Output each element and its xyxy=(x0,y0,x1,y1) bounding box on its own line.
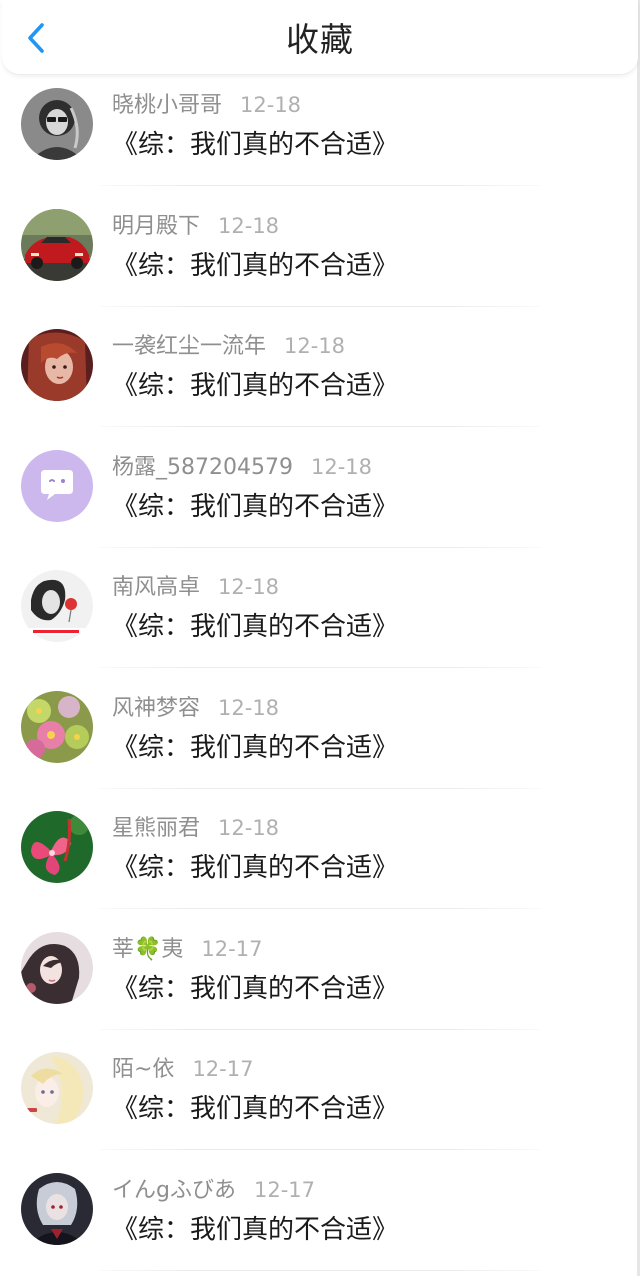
item-meta: 星熊丽君 12-18 xyxy=(112,813,279,843)
avatar[interactable] xyxy=(21,932,93,1004)
list-item[interactable]: 南风高卓 12-18 《综：我们真的不合适》 xyxy=(0,558,640,679)
list-item[interactable]: 陌~依 12-17 《综：我们真的不合适》 xyxy=(0,1040,640,1161)
item-meta: 陌~依 12-17 xyxy=(112,1054,253,1084)
divider xyxy=(100,667,540,668)
list-item[interactable]: 明月殿下 12-18 《综：我们真的不合适》 xyxy=(0,197,640,318)
avatar[interactable] xyxy=(21,691,93,763)
list-item[interactable]: 杨露_587204579 12-18 《综：我们真的不合适》 xyxy=(0,438,640,559)
top-navigation-bar: 收藏 xyxy=(2,0,638,75)
divider xyxy=(100,426,540,427)
item-meta: 晓桃小哥哥 12-18 xyxy=(112,90,301,120)
avatar[interactable] xyxy=(21,1052,93,1124)
item-meta: 杨露_587204579 12-18 xyxy=(112,452,372,482)
avatar[interactable] xyxy=(21,450,93,522)
divider xyxy=(100,788,540,789)
username[interactable]: 一袭红尘一流年 xyxy=(112,334,266,359)
favorites-list: 晓桃小哥哥 12-18 《综：我们真的不合适》 明月殿下 12-18 《综：我们真的… xyxy=(0,76,640,1281)
username[interactable]: 明月殿下 xyxy=(112,214,200,239)
date: 12-18 xyxy=(218,816,279,840)
avatar[interactable] xyxy=(21,570,93,642)
date: 12-17 xyxy=(201,937,262,961)
date: 12-18 xyxy=(218,575,279,599)
avatar[interactable] xyxy=(21,209,93,281)
date: 12-17 xyxy=(192,1057,253,1081)
list-item[interactable]: 风神梦容 12-18 《综：我们真的不合适》 xyxy=(0,679,640,800)
username[interactable]: 杨露_587204579 xyxy=(112,455,293,480)
book-title[interactable]: 《综：我们真的不合适》 xyxy=(112,247,398,285)
username[interactable]: イんgふびあ xyxy=(112,1178,236,1203)
date: 12-18 xyxy=(218,214,279,238)
username[interactable]: 晓桃小哥哥 xyxy=(112,93,222,118)
item-meta: 明月殿下 12-18 xyxy=(112,211,279,241)
date: 12-18 xyxy=(311,455,372,479)
divider xyxy=(100,908,540,909)
item-meta: 一袭红尘一流年 12-18 xyxy=(112,331,345,361)
page-title: 收藏 xyxy=(2,18,638,62)
username[interactable]: 陌~依 xyxy=(112,1057,174,1082)
book-title[interactable]: 《综：我们真的不合适》 xyxy=(112,367,398,405)
item-meta: イんgふびあ 12-17 xyxy=(112,1175,315,1205)
list-item[interactable]: 晓桃小哥哥 12-18 《综：我们真的不合适》 xyxy=(0,76,640,197)
avatar[interactable] xyxy=(21,329,93,401)
username[interactable]: 南风高卓 xyxy=(112,575,200,600)
divider xyxy=(100,547,540,548)
list-item[interactable]: 一袭红尘一流年 12-18 《综：我们真的不合适》 xyxy=(0,317,640,438)
divider xyxy=(100,1029,540,1030)
date: 12-18 xyxy=(240,93,301,117)
list-item[interactable]: 星熊丽君 12-18 《综：我们真的不合适》 xyxy=(0,799,640,920)
avatar[interactable] xyxy=(21,88,93,160)
item-meta: 南风高卓 12-18 xyxy=(112,572,279,602)
divider xyxy=(100,1149,540,1150)
book-title[interactable]: 《综：我们真的不合适》 xyxy=(112,970,398,1008)
date: 12-17 xyxy=(254,1178,315,1202)
list-item[interactable]: イんgふびあ 12-17 《综：我们真的不合适》 xyxy=(0,1161,640,1281)
book-title[interactable]: 《综：我们真的不合适》 xyxy=(112,608,398,646)
book-title[interactable]: 《综：我们真的不合适》 xyxy=(112,1090,398,1128)
book-title[interactable]: 《综：我们真的不合适》 xyxy=(112,849,398,887)
book-title[interactable]: 《综：我们真的不合适》 xyxy=(112,1211,398,1249)
date: 12-18 xyxy=(284,334,345,358)
item-meta: 风神梦容 12-18 xyxy=(112,693,279,723)
date: 12-18 xyxy=(218,696,279,720)
username[interactable]: 星熊丽君 xyxy=(112,816,200,841)
list-item[interactable]: 莘🍀夷 12-17 《综：我们真的不合适》 xyxy=(0,920,640,1041)
divider xyxy=(100,185,540,186)
book-title[interactable]: 《综：我们真的不合适》 xyxy=(112,126,398,164)
avatar[interactable] xyxy=(21,811,93,883)
divider xyxy=(100,306,540,307)
username[interactable]: 莘🍀夷 xyxy=(112,937,183,962)
book-title[interactable]: 《综：我们真的不合适》 xyxy=(112,729,398,767)
book-title[interactable]: 《综：我们真的不合适》 xyxy=(112,488,398,526)
item-meta: 莘🍀夷 12-17 xyxy=(112,934,262,964)
divider xyxy=(100,1270,540,1271)
username[interactable]: 风神梦容 xyxy=(112,696,200,721)
avatar[interactable] xyxy=(21,1173,93,1245)
